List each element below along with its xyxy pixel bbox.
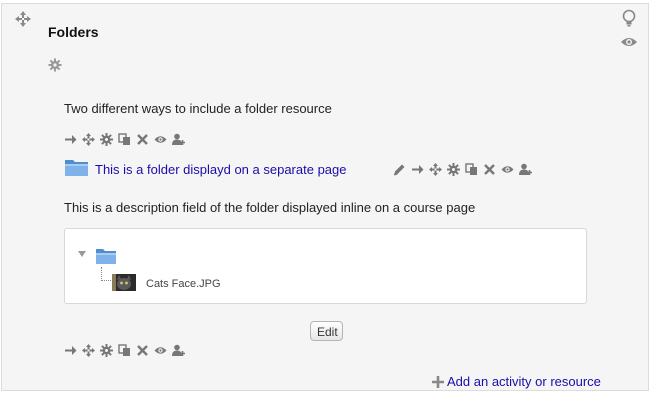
eye-icon[interactable]	[620, 35, 638, 49]
lightbulb-icon[interactable]	[621, 9, 637, 27]
duplicate-icon[interactable]	[118, 344, 131, 357]
inline-folder-description: This is a description field of the folde…	[64, 200, 476, 215]
delete-icon[interactable]	[136, 344, 149, 357]
eye-icon[interactable]	[154, 133, 167, 146]
label-text: Two different ways to include a folder r…	[64, 101, 332, 116]
add-activity-link[interactable]: Add an activity or resource	[432, 374, 601, 389]
file-name[interactable]: Cats Face.JPG	[146, 278, 221, 290]
section-title: Folders	[48, 24, 99, 40]
folder-link[interactable]: This is a folder displayd on a separate …	[95, 162, 347, 177]
edit-button[interactable]: Edit	[310, 321, 343, 341]
assign-role-icon[interactable]	[172, 133, 185, 146]
folder-inline-edit-icons	[64, 344, 185, 357]
label-edit-icons	[64, 133, 185, 146]
duplicate-icon[interactable]	[118, 133, 131, 146]
move-cross-icon[interactable]	[15, 11, 31, 27]
course-section: Folders Two different ways to include a …	[1, 3, 649, 391]
folder-edit-icons	[393, 163, 532, 176]
folder-activity: This is a folder displayd on a separate …	[64, 156, 347, 178]
folder-icon	[65, 160, 88, 176]
inline-folder-tree: Cats Face.JPG	[64, 228, 587, 304]
duplicate-icon[interactable]	[465, 163, 478, 176]
folder-icon[interactable]	[95, 246, 117, 266]
eye-icon[interactable]	[154, 344, 167, 357]
collapse-triangle-icon[interactable]	[78, 250, 86, 258]
image-file-thumbnail[interactable]	[112, 274, 136, 291]
add-activity-label: Add an activity or resource	[447, 374, 601, 389]
gear-icon[interactable]	[100, 344, 113, 357]
arrow-right-icon[interactable]	[411, 163, 424, 176]
eye-icon[interactable]	[501, 163, 514, 176]
assign-role-icon[interactable]	[172, 344, 185, 357]
plus-icon	[432, 375, 444, 388]
move-icon[interactable]	[429, 163, 442, 176]
gear-icon[interactable]	[48, 58, 62, 72]
delete-icon[interactable]	[483, 163, 496, 176]
gear-icon[interactable]	[447, 163, 460, 176]
move-icon[interactable]	[82, 133, 95, 146]
arrow-right-icon[interactable]	[64, 133, 77, 146]
delete-icon[interactable]	[136, 133, 149, 146]
pencil-icon[interactable]	[393, 163, 406, 176]
gear-icon[interactable]	[100, 133, 113, 146]
assign-role-icon[interactable]	[519, 163, 532, 176]
move-icon[interactable]	[82, 344, 95, 357]
arrow-right-icon[interactable]	[64, 344, 77, 357]
